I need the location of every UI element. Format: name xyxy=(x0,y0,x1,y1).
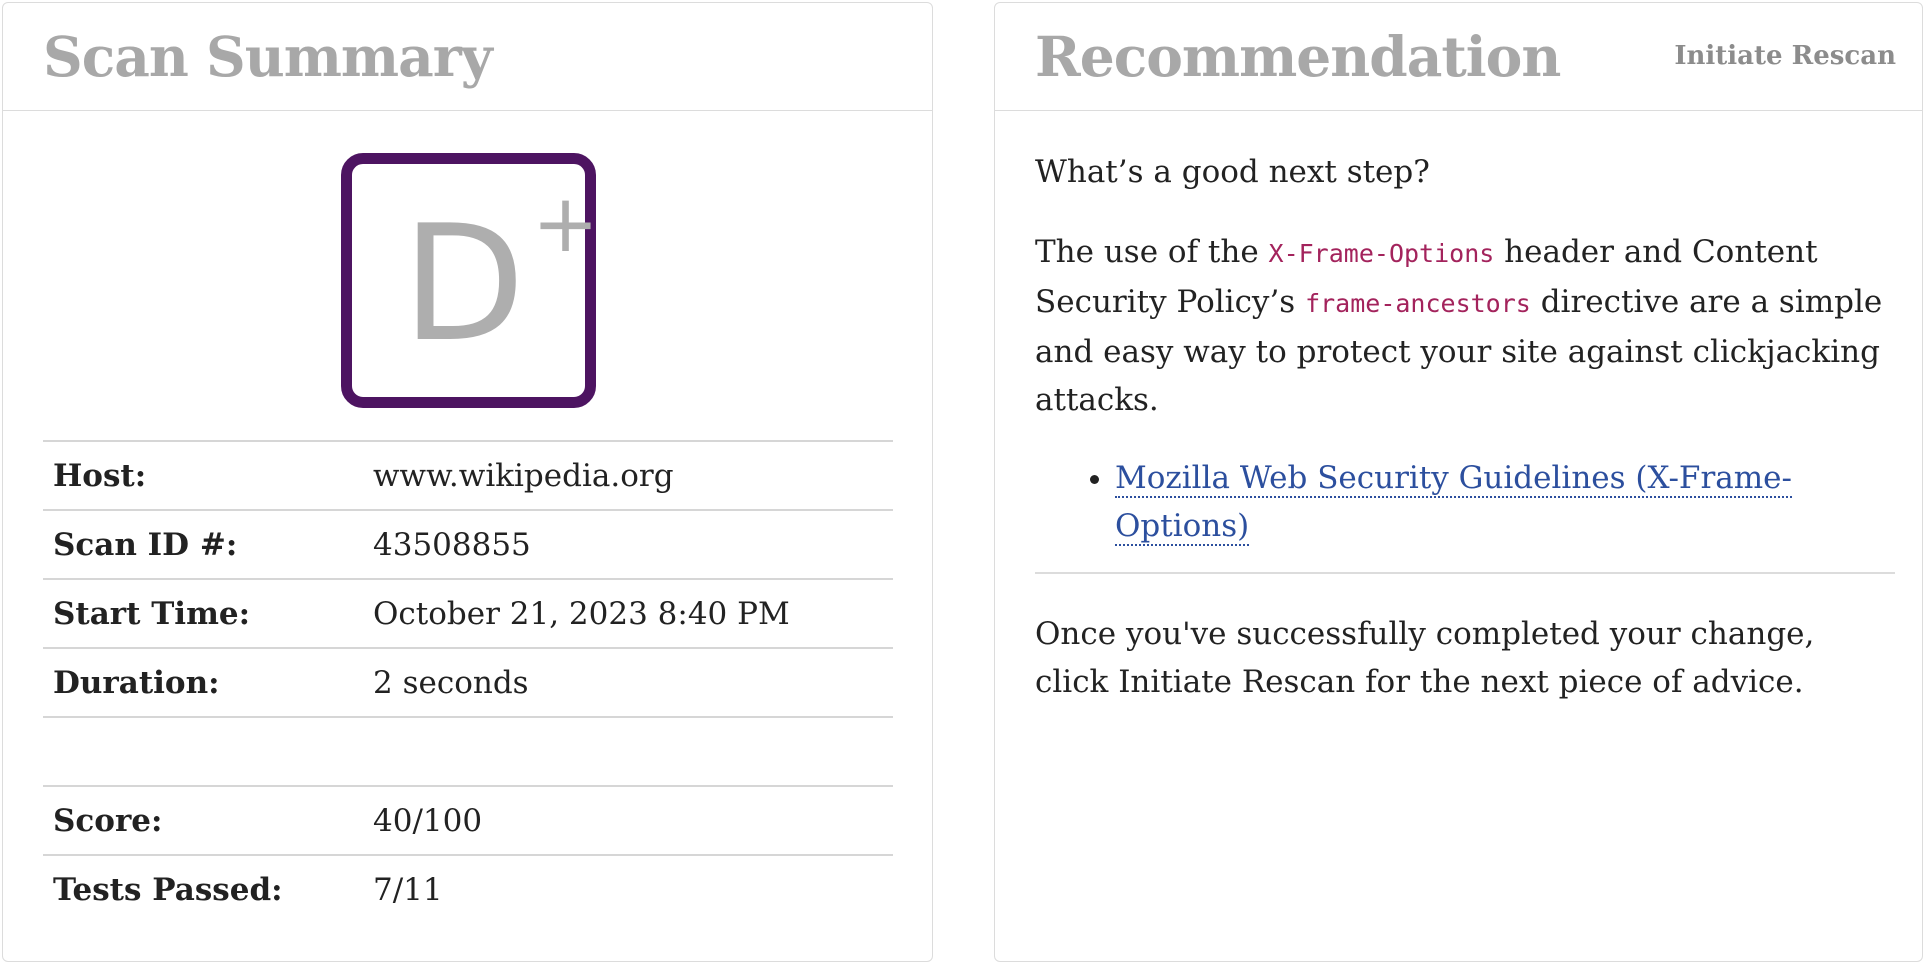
score-value: 40/100 xyxy=(373,802,483,839)
grade-modifier: + xyxy=(532,177,600,270)
table-spacer-row xyxy=(43,717,893,786)
grade-letter: D xyxy=(402,190,526,377)
section-divider xyxy=(1035,572,1895,574)
scan-id-value: 43508855 xyxy=(373,526,531,563)
recommendation-header: Recommendation Initiate Rescan xyxy=(995,3,1922,111)
scan-summary-title: Scan Summary xyxy=(43,24,493,89)
scan-summary-table: Host: www.wikipedia.org Scan ID #: 43508… xyxy=(43,440,893,924)
initiate-rescan-button[interactable]: Initiate Rescan xyxy=(1674,41,1896,71)
start-time-value: October 21, 2023 8:40 PM xyxy=(373,595,790,632)
recommendation-title: Recommendation xyxy=(1035,24,1561,89)
table-row: Scan ID #: 43508855 xyxy=(43,510,893,579)
start-time-label: Start Time: xyxy=(53,595,251,632)
tests-passed-label: Tests Passed: xyxy=(53,872,283,908)
guideline-links: Mozilla Web Security Guidelines (X-Frame… xyxy=(1035,454,1895,550)
scan-id-label: Scan ID #: xyxy=(53,526,238,563)
closing-advice: Once you've successfully completed your … xyxy=(1035,616,1815,700)
host-value: www.wikipedia.org xyxy=(373,457,674,494)
scan-summary-panel: Scan Summary D + Host: www.wikipedia.org… xyxy=(2,2,933,962)
recommendation-panel: Recommendation Initiate Rescan What’s a … xyxy=(994,2,1923,962)
host-label: Host: xyxy=(53,457,147,494)
grade-badge: D + xyxy=(341,153,600,408)
list-item: Mozilla Web Security Guidelines (X-Frame… xyxy=(1115,454,1895,550)
duration-label: Duration: xyxy=(53,664,220,701)
scan-summary-header: Scan Summary xyxy=(3,3,932,111)
tests-passed-value: 7/11 xyxy=(373,872,443,908)
table-row: Score: 40/100 xyxy=(43,786,893,855)
duration-value: 2 seconds xyxy=(373,664,529,701)
table-row: Tests Passed: 7/11 xyxy=(43,855,893,924)
recommendation-text: The use of the X-Frame-Options header an… xyxy=(1035,234,1883,418)
next-step-question: What’s a good next step? xyxy=(1035,154,1430,190)
table-row: Host: www.wikipedia.org xyxy=(43,441,893,510)
recommendation-body: What’s a good next step? The use of the … xyxy=(1035,148,1895,706)
x-frame-options-code: X-Frame-Options xyxy=(1268,239,1495,268)
score-label: Score: xyxy=(53,802,163,839)
table-row: Start Time: October 21, 2023 8:40 PM xyxy=(43,579,893,648)
mozilla-guidelines-link[interactable]: Mozilla Web Security Guidelines (X-Frame… xyxy=(1115,460,1792,546)
table-row: Duration: 2 seconds xyxy=(43,648,893,717)
frame-ancestors-code: frame-ancestors xyxy=(1305,289,1531,318)
